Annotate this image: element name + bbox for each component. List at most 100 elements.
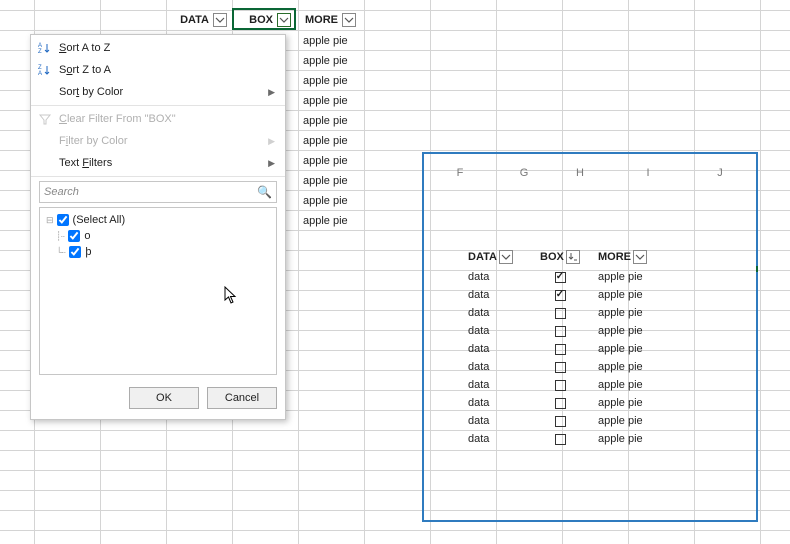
filter-button-data[interactable] (213, 13, 227, 27)
menu-text-filters[interactable]: Text Filters ▶ (31, 152, 285, 174)
svg-text:Z: Z (38, 49, 42, 55)
panel-cell-more[interactable]: apple pie (598, 412, 643, 430)
chevron-down-icon (344, 15, 354, 25)
sort-desc-icon (568, 252, 578, 262)
selection-handle (756, 266, 758, 272)
submenu-arrow-icon: ▶ (268, 87, 275, 98)
search-placeholder: Search (44, 186, 79, 198)
menu-sort-az-label: Sort A to Z (59, 42, 110, 54)
menu-separator (31, 176, 285, 177)
chevron-down-icon (635, 252, 645, 262)
filter-button-more[interactable] (342, 13, 356, 27)
mouse-cursor-icon (224, 286, 240, 309)
panel-cell-box[interactable] (553, 304, 567, 322)
menu-separator (31, 105, 285, 106)
cell-more[interactable]: apple pie (300, 91, 360, 111)
panel-cell-data[interactable]: data (468, 394, 489, 412)
menu-clear-filter: Clear Filter From "BOX" (31, 108, 285, 130)
panel-cell-data[interactable]: data (468, 304, 489, 322)
sort-az-icon: AZ (37, 41, 53, 55)
cell-more[interactable]: apple pie (300, 171, 360, 191)
panel-th-box: BOX (540, 248, 580, 266)
checkbox-value[interactable] (69, 246, 81, 258)
checkbox-select-all[interactable] (57, 214, 69, 226)
menu-filter-by-color: Filter by Color ▶ (31, 130, 285, 152)
panel-cell-box[interactable] (553, 376, 567, 394)
panel-cell-more[interactable]: apple pie (598, 304, 643, 322)
cell-more[interactable]: apple pie (300, 131, 360, 151)
chevron-down-icon (501, 252, 511, 262)
panel-cell-more[interactable]: apple pie (598, 322, 643, 340)
checkbox-value[interactable] (68, 230, 80, 242)
panel-cell-box[interactable] (553, 394, 567, 412)
filter-button-mini[interactable] (633, 250, 647, 264)
panel-cell-data[interactable]: data (468, 340, 489, 358)
panel-th-more: MORE (598, 248, 647, 266)
svg-text:A: A (38, 71, 42, 77)
chevron-down-icon (215, 15, 225, 25)
panel-cell-more[interactable]: apple pie (598, 340, 643, 358)
menu-button-row: OK Cancel (31, 381, 285, 417)
cell-more[interactable]: apple pie (300, 111, 360, 131)
panel-cell-more[interactable]: apple pie (598, 376, 643, 394)
panel-cell-more[interactable]: apple pie (598, 286, 643, 304)
panel-cell-data[interactable]: data (468, 358, 489, 376)
cell-more[interactable]: apple pie (300, 191, 360, 211)
col-header-data: DATA (166, 10, 230, 30)
filter-select-all-label: (Select All) (73, 214, 126, 226)
panel-cell-data[interactable]: data (468, 268, 489, 286)
panel-cell-data[interactable]: data (468, 322, 489, 340)
panel-cell-more[interactable]: apple pie (598, 394, 643, 412)
cell-more[interactable]: apple pie (300, 71, 360, 91)
filter-value-item[interactable]: ┊·· o (46, 228, 270, 244)
panel-cell-more[interactable]: apple pie (598, 268, 643, 286)
clear-filter-icon (37, 112, 53, 126)
filter-button-box[interactable] (277, 13, 291, 27)
filter-search-input[interactable]: Search 🔍 (39, 181, 277, 203)
panel-cell-box[interactable] (553, 358, 567, 376)
filter-button-mini-sorted[interactable] (566, 250, 580, 264)
cell-more[interactable]: apple pie (300, 211, 360, 231)
chevron-down-icon (279, 15, 289, 25)
menu-sort-by-color[interactable]: Sort by Color ▶ (31, 81, 285, 103)
col-header-more: MORE (297, 10, 359, 30)
panel-cell-more[interactable]: apple pie (598, 358, 643, 376)
panel-cell-box[interactable]: ✓ (553, 268, 567, 286)
panel-cell-data[interactable]: data (468, 412, 489, 430)
col-header-more-label: MORE (305, 14, 338, 26)
panel-cell-box[interactable] (553, 322, 567, 340)
col-header-data-label: DATA (180, 14, 209, 26)
filter-button-mini[interactable] (499, 250, 513, 264)
col-header-box-label: BOX (249, 14, 273, 26)
sort-za-icon: ZA (37, 63, 53, 77)
panel-col-letter: I (628, 164, 668, 182)
panel-cell-box[interactable] (553, 412, 567, 430)
panel-col-letter: F (440, 164, 480, 182)
panel-th-data: DATA (468, 248, 513, 266)
submenu-arrow-icon: ▶ (268, 136, 275, 147)
cancel-button[interactable]: Cancel (207, 387, 277, 409)
panel-cell-more[interactable]: apple pie (598, 430, 643, 448)
filter-select-all[interactable]: ⊟ (Select All) (46, 212, 270, 228)
panel-cell-data[interactable]: data (468, 286, 489, 304)
panel-cell-box[interactable]: ✓ (553, 286, 567, 304)
panel-cell-data[interactable]: data (468, 430, 489, 448)
cell-more[interactable]: apple pie (300, 51, 360, 71)
panel-col-letter: H (560, 164, 600, 182)
cell-more[interactable]: apple pie (300, 31, 360, 51)
ok-button[interactable]: OK (129, 387, 199, 409)
filter-menu: AZ Sort A to Z ZA Sort Z to A Sort by Co… (30, 34, 286, 420)
search-icon: 🔍 (257, 185, 272, 199)
filter-values-tree: ⊟ (Select All) ┊·· o └·· þ (39, 207, 277, 375)
filter-value-item[interactable]: └·· þ (46, 244, 270, 260)
filter-value-label: o (84, 230, 90, 242)
cell-more[interactable]: apple pie (300, 151, 360, 171)
panel-cell-data[interactable]: data (468, 376, 489, 394)
menu-sort-za-label: Sort Z to A (59, 64, 111, 76)
menu-sort-az[interactable]: AZ Sort A to Z (31, 37, 285, 59)
panel-cell-box[interactable] (553, 340, 567, 358)
menu-sort-by-color-label: Sort by Color (59, 86, 123, 98)
menu-filter-by-color-label: Filter by Color (59, 135, 127, 147)
menu-sort-za[interactable]: ZA Sort Z to A (31, 59, 285, 81)
panel-cell-box[interactable] (553, 430, 567, 448)
